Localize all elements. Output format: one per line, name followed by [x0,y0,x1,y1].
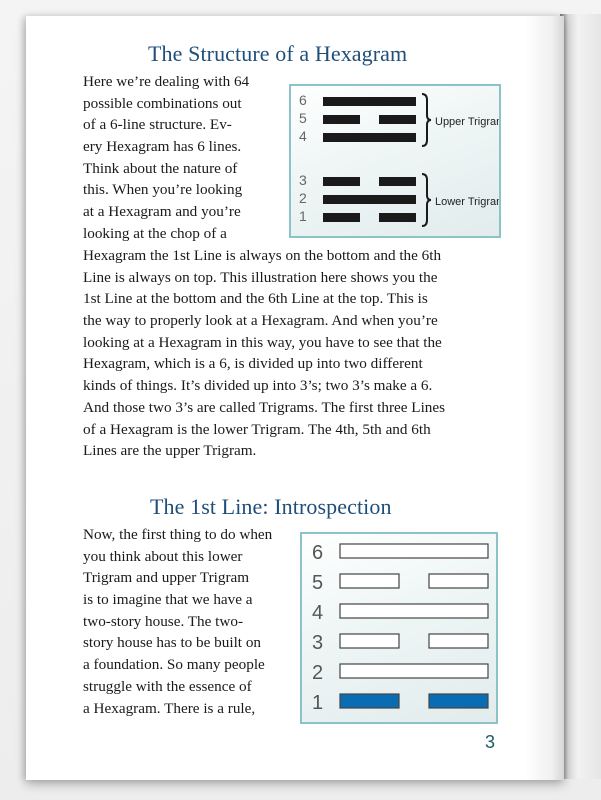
paragraph-first-line: Now, the first thing to do when you think… [83,524,272,719]
text-line: a Hexagram. There is a rule, [83,699,256,717]
solid-line-4 [323,133,416,142]
broken-line-right-3 [379,177,416,186]
next-page-edge [560,14,601,779]
broken-line-right-5 [379,115,416,124]
text-line: looking at a Hexagram in this way, you h… [83,333,442,351]
hexagram-first-line-diagram: 6 5 4 3 2 1 [300,532,498,724]
broken-line-left-3 [323,177,360,186]
line-number-4: 4 [312,602,323,624]
text-line: Lines are the upper Trigram. [83,442,257,460]
text-line: Hexagram the 1st Line is always on the b… [83,247,442,264]
lower-trigram-brace [421,173,432,227]
line-number-4: 4 [299,128,307,144]
text-line: looking at the chop of a [83,224,227,242]
text-line: this. When you’re looking [83,181,243,199]
text-line: Hexagram, which is a 6, is divided up in… [83,355,423,373]
section-title-first-line: The 1st Line: Introspection [150,494,392,519]
text-line: Think about the nature of [83,159,238,177]
text-line: at a Hexagram and you’re [83,203,241,221]
text-line: a foundation. So many people [83,656,265,674]
broken-line-left-5 [339,573,400,589]
line-number-5: 5 [299,110,307,126]
hexagram-trigram-diagram: 6 5 4 3 2 1 Upper Trigram Lower Trigram [289,84,501,238]
highlighted-broken-line-left-1 [339,693,400,709]
upper-trigram-brace [421,93,432,147]
broken-line-left-5 [323,115,360,124]
page-number: 3 [485,732,496,752]
text-line: you think about this lower [83,547,243,565]
text-line: story house has to be built on [83,634,262,652]
text-line: 1st Line at the bottom and the 6th Line … [83,290,428,308]
page-gutter-shadow [524,16,564,780]
text-line: And those two 3’s are called Trigrams. T… [83,398,446,416]
text-line: is to imagine that we have a [83,591,253,609]
text-line: the way to properly look at a Hexagram. … [83,312,438,330]
line-number-2: 2 [312,662,323,684]
line-number-1: 1 [312,692,323,714]
lower-trigram-label: Lower Trigram [435,196,499,208]
broken-line-right-1 [379,213,416,222]
line-number-3: 3 [312,632,323,654]
text-line: kinds of things. It’s divided up into 3’… [83,377,433,395]
text-line: of a 6-line structure. Ev- [83,116,232,134]
solid-line-6 [339,543,489,559]
text-line: Now, the first thing to do when [83,526,273,543]
line-number-1: 1 [299,208,307,224]
text-line: Line is always on top. This illustration… [83,268,438,286]
upper-trigram-label: Upper Trigram [435,116,499,128]
solid-line-6 [323,97,416,106]
line-number-2: 2 [299,190,307,206]
text-line: Trigram and upper Trigram [83,569,250,587]
broken-line-left-3 [339,633,400,649]
line-number-6: 6 [299,92,307,108]
solid-line-2 [339,663,489,679]
line-number-6: 6 [312,542,323,564]
section-title-structure: The Structure of a Hexagram [148,41,408,66]
highlighted-broken-line-right-1 [428,693,489,709]
broken-line-left-1 [323,213,360,222]
text-line: struggle with the essence of [83,677,252,695]
text-line: Here we’re dealing with 64 [83,73,250,90]
text-line: possible combinations out [83,94,242,112]
hexagram-trigram-svg: 6 5 4 3 2 1 Upper Trigram Lower Trigram [299,92,499,227]
solid-line-2 [323,195,416,204]
solid-line-4 [339,603,489,619]
hexagram-first-line-svg: 6 5 4 3 2 1 [312,542,489,714]
text-line: two-story house. The two- [83,612,244,630]
text-line: ery Hexagram has 6 lines. [83,138,242,156]
line-number-3: 3 [299,172,307,188]
paragraph-structure-full: Hexagram the 1st Line is always on the b… [83,245,445,462]
broken-line-right-5 [428,573,489,589]
paragraph-structure-wrapped: Here we’re dealing with 64 possible combi… [83,71,249,245]
line-number-5: 5 [312,572,323,594]
broken-line-right-3 [428,633,489,649]
book-page: The Structure of a Hexagram Here we’re d… [26,16,564,780]
text-line: of a Hexagram is the lower Trigram. The … [83,420,431,438]
